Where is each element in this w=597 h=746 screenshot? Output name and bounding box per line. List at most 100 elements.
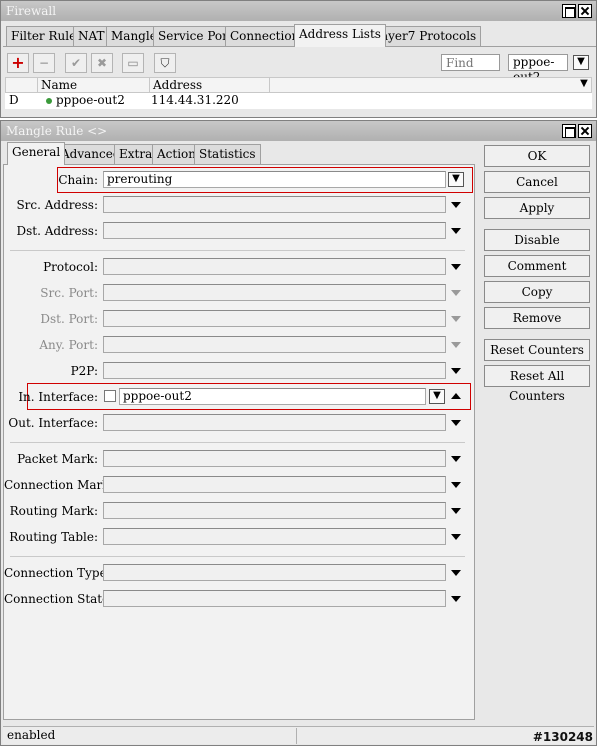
disable-button[interactable]: Disable: [484, 229, 590, 251]
connection-state-label: Connection State:: [4, 592, 114, 606]
chain-select[interactable]: prerouting: [103, 171, 446, 188]
address-list-filter-select[interactable]: pppoe-out2: [508, 54, 568, 84]
divider: [10, 442, 465, 443]
src-port-label: Src. Port:: [40, 286, 98, 300]
remove-icon[interactable]: −: [33, 53, 55, 73]
apply-button[interactable]: Apply: [484, 197, 590, 219]
chain-value: prerouting: [107, 172, 173, 186]
comment-icon[interactable]: ▭: [122, 53, 144, 73]
tab-nat[interactable]: NAT: [73, 26, 110, 47]
maximize-icon[interactable]: [562, 124, 576, 138]
out-interface-expand-icon[interactable]: [451, 420, 461, 426]
connection-state-expand-icon[interactable]: [451, 596, 461, 602]
tab-address-lists[interactable]: Address Lists: [294, 24, 386, 47]
status-bar: enabled: [3, 726, 594, 744]
divider: [10, 556, 465, 557]
columns-dropdown-icon[interactable]: ▼: [576, 78, 592, 93]
col-flag: [6, 78, 38, 94]
dst-address-label: Dst. Address:: [16, 224, 98, 238]
copy-button[interactable]: Copy: [484, 281, 590, 303]
divider: [10, 250, 465, 251]
in-interface-negate-checkbox[interactable]: [104, 390, 116, 402]
col-name[interactable]: Name: [38, 78, 150, 94]
src-address-input[interactable]: [103, 196, 446, 213]
routing-table-expand-icon[interactable]: [451, 534, 461, 540]
in-interface-select[interactable]: pppoe-out2: [119, 388, 426, 405]
in-interface-label: In. Interface:: [18, 390, 98, 404]
src-address-label: Src. Address:: [16, 198, 98, 212]
row-name: pppoe-out2: [56, 93, 125, 107]
routing-table-label: Routing Table:: [9, 530, 98, 544]
reset-all-counters-button[interactable]: Reset All Counters: [484, 365, 590, 403]
remove-button[interactable]: Remove: [484, 307, 590, 329]
out-interface-label: Out. Interface:: [8, 416, 98, 430]
enable-check-icon[interactable]: ✔: [65, 53, 87, 73]
any-port-expand-icon: [451, 342, 461, 348]
packet-mark-label: Packet Mark:: [17, 452, 98, 466]
chain-dropdown-icon[interactable]: ▼: [448, 172, 464, 187]
protocol-expand-icon[interactable]: [451, 264, 461, 270]
routing-table-input[interactable]: [103, 528, 446, 545]
p2p-label: P2P:: [70, 364, 98, 378]
status-cell: enabled: [3, 728, 297, 744]
disable-x-icon[interactable]: ✖: [91, 53, 113, 73]
connection-mark-label: Connection Mark:: [4, 478, 114, 492]
table-row[interactable]: D pppoe-out2 114.44.31.220: [5, 93, 592, 109]
src-port-expand-icon: [451, 290, 461, 296]
add-icon[interactable]: +: [7, 53, 29, 73]
routing-mark-label: Routing Mark:: [9, 504, 98, 518]
connection-mark-input[interactable]: [103, 476, 446, 493]
in-interface-value: pppoe-out2: [123, 389, 192, 403]
connection-mark-expand-icon[interactable]: [451, 482, 461, 488]
protocol-label: Protocol:: [43, 260, 98, 274]
filter-icon[interactable]: ⛉: [154, 53, 176, 73]
any-port-label: Any. Port:: [39, 338, 98, 352]
filter-dropdown-icon[interactable]: ▼: [573, 55, 589, 70]
mangle-title: Mangle Rule <>: [6, 124, 108, 138]
p2p-input[interactable]: [103, 362, 446, 379]
watermark: #130248: [532, 730, 593, 744]
close-icon[interactable]: [578, 124, 592, 138]
dst-address-expand-icon[interactable]: [451, 228, 461, 234]
row-address: 114.44.31.220: [151, 93, 239, 107]
p2p-expand-icon[interactable]: [451, 368, 461, 374]
connection-type-input[interactable]: [103, 564, 446, 581]
protocol-input[interactable]: [103, 258, 446, 275]
src-address-expand-icon[interactable]: [451, 202, 461, 208]
ok-button[interactable]: OK: [484, 145, 590, 167]
dst-port-input: [103, 310, 446, 327]
connection-type-expand-icon[interactable]: [451, 570, 461, 576]
any-port-input: [103, 336, 446, 353]
table-header: Name Address ▼: [5, 77, 592, 94]
close-icon[interactable]: [578, 4, 592, 18]
firewall-title: Firewall: [6, 4, 57, 18]
firewall-window: Firewall Filter Rules NAT Mangle Service…: [0, 0, 597, 118]
packet-mark-input[interactable]: [103, 450, 446, 467]
maximize-icon[interactable]: [562, 4, 576, 18]
packet-mark-expand-icon[interactable]: [451, 456, 461, 462]
tab-extra[interactable]: Extra: [114, 144, 158, 165]
connection-type-label: Connection Type:: [4, 566, 111, 580]
reset-counters-button[interactable]: Reset Counters: [484, 339, 590, 361]
cancel-button[interactable]: Cancel: [484, 171, 590, 193]
in-interface-dropdown-icon[interactable]: ▼: [429, 389, 445, 404]
dst-port-label: Dst. Port:: [40, 312, 98, 326]
status-dot-icon: [46, 98, 52, 104]
in-interface-collapse-icon[interactable]: [451, 393, 461, 399]
tab-statistics[interactable]: Statistics: [194, 144, 261, 165]
chain-label: Chain:: [58, 173, 98, 187]
col-address[interactable]: Address: [150, 78, 270, 94]
connection-state-input[interactable]: [103, 590, 446, 607]
comment-button[interactable]: Comment: [484, 255, 590, 277]
routing-mark-expand-icon[interactable]: [451, 508, 461, 514]
find-input[interactable]: [441, 54, 500, 71]
dst-port-expand-icon: [451, 316, 461, 322]
out-interface-input[interactable]: [103, 414, 446, 431]
mangle-titlebar: Mangle Rule <>: [1, 121, 596, 141]
src-port-input: [103, 284, 446, 301]
tab-general[interactable]: General: [7, 142, 66, 165]
routing-mark-input[interactable]: [103, 502, 446, 519]
dst-address-input[interactable]: [103, 222, 446, 239]
status-text: enabled: [7, 728, 56, 742]
row-flag: D: [9, 93, 19, 107]
